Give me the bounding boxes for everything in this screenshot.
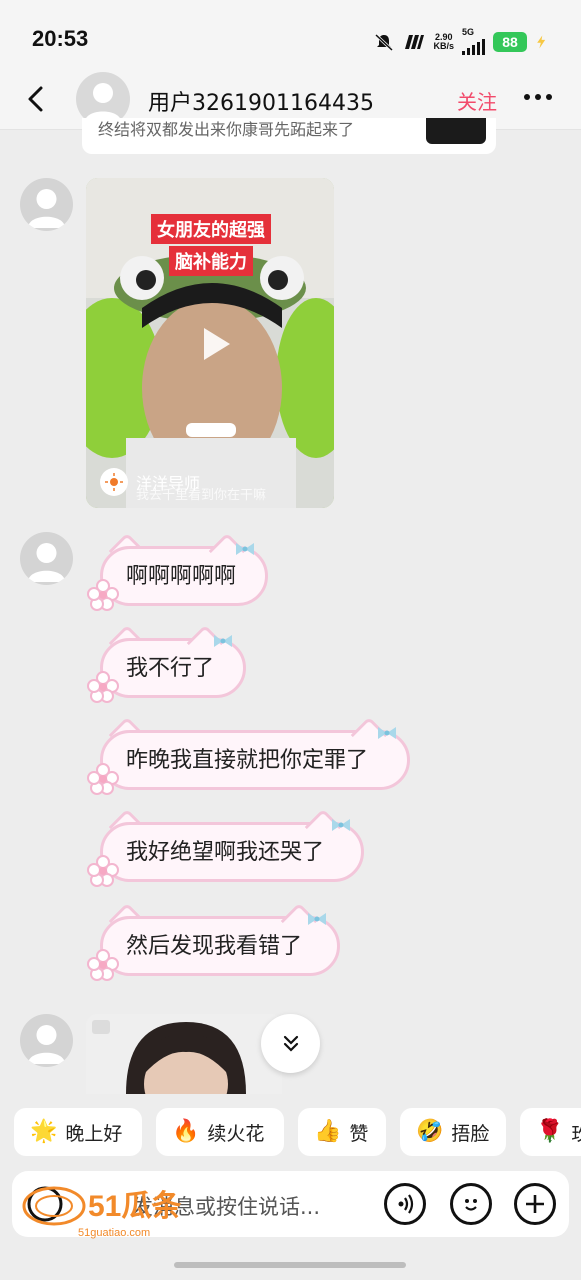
flower-icon	[87, 949, 119, 981]
flower-icon	[87, 671, 119, 703]
flower-icon	[87, 855, 119, 887]
video-message[interactable]: 女朋友的超强 脑补能力 洋洋导师 我去千里看到你在干嘛	[86, 178, 334, 508]
avatar[interactable]	[20, 1014, 73, 1067]
watermark-logo: 51瓜条 51guatiao.com	[14, 1176, 204, 1240]
video-title-line: 脑补能力	[169, 246, 253, 276]
quick-reply-item[interactable]: 🌟 晚上好	[14, 1108, 142, 1156]
message-bubble[interactable]: 我不行了	[87, 624, 246, 703]
quick-reply-item[interactable]: 👍 赞	[298, 1108, 386, 1156]
message-text: 我好绝望啊我还哭了	[126, 840, 325, 865]
shared-card-partial[interactable]: 终结将双都发出来你康哥先跖起来了	[82, 118, 496, 154]
net-speed: 2.90 KB/s	[433, 32, 454, 51]
avatar[interactable]	[20, 532, 73, 585]
quick-reply-label: 捂脸	[451, 1122, 490, 1145]
battery-icon: 88	[493, 31, 527, 52]
message-text: 昨晚我直接就把你定罪了	[126, 748, 369, 773]
bow-icon	[214, 635, 232, 647]
quick-reply-item[interactable]: 🌹 玫	[520, 1108, 581, 1156]
message-text: 啊啊啊啊啊	[126, 564, 237, 589]
message-bubble[interactable]: 我好绝望啊我还哭了	[87, 808, 364, 887]
facepalm-icon: 🤣	[416, 1119, 444, 1144]
quick-reply-item[interactable]: 🤣 捂脸	[400, 1108, 506, 1156]
video-title: 女朋友的超强 脑补能力	[144, 214, 278, 276]
message-text: 我不行了	[126, 656, 215, 681]
shared-card-text: 终结将双都发出来你康哥先跖起来了	[98, 120, 355, 139]
watermark-brand: 51瓜条	[88, 1190, 181, 1223]
thumbs-up-icon: 👍	[314, 1119, 342, 1144]
charging-icon	[537, 34, 546, 49]
plus-icon[interactable]	[514, 1183, 556, 1225]
voice-icon[interactable]	[384, 1183, 426, 1225]
avatar[interactable]	[20, 178, 73, 231]
network-type: 5G	[462, 27, 475, 37]
bow-icon	[378, 727, 396, 739]
chat-username[interactable]: 用户3261901164435	[148, 85, 374, 117]
quick-reply-label: 赞	[349, 1122, 369, 1145]
double-chevron-down-icon	[283, 1035, 298, 1052]
play-icon[interactable]	[194, 324, 234, 364]
star-icon: 🌟	[30, 1119, 58, 1144]
quick-reply-item[interactable]: 🔥 续火花	[156, 1108, 284, 1156]
video-message[interactable]	[86, 1014, 282, 1094]
net-speed-unit: KB/s	[433, 40, 454, 51]
message-text: 然后发现我看错了	[126, 934, 303, 959]
chevron-left-icon[interactable]	[24, 84, 48, 114]
quick-reply-label: 晚上好	[65, 1122, 123, 1145]
quick-reply-label: 续火花	[207, 1122, 265, 1145]
flower-icon	[87, 763, 119, 795]
signal-icon: 5G	[462, 28, 485, 55]
flower-icon	[87, 579, 119, 611]
rose-icon: 🌹	[536, 1119, 564, 1144]
message-bubble[interactable]: 啊啊啊啊啊	[87, 532, 268, 611]
message-bubble[interactable]: 昨晚我直接就把你定罪了	[87, 716, 410, 795]
message-bubble[interactable]: 然后发现我看错了	[87, 902, 340, 981]
more-dots-icon[interactable]	[524, 94, 552, 100]
follow-button[interactable]: 关注	[457, 86, 497, 115]
video-thumbnail	[86, 1014, 282, 1094]
quick-reply-bar: 🌟 晚上好 🔥 续火花 👍 赞 🤣 捂脸 🌹 玫	[0, 1094, 581, 1170]
bow-icon	[308, 913, 326, 925]
bow-icon	[332, 819, 350, 831]
author-avatar-icon	[100, 468, 128, 496]
emoji-icon[interactable]	[450, 1183, 492, 1225]
watermark-url: 51guatiao.com	[78, 1227, 150, 1239]
shared-card-thumbnail	[426, 118, 486, 144]
video-caption: 我去千里看到你在干嘛	[136, 488, 267, 503]
bow-icon	[236, 543, 254, 555]
status-icons: 2.90 KB/s 5G 88	[373, 28, 551, 55]
fire-icon: 🔥	[172, 1119, 200, 1144]
status-bar: 20:53 2.90 KB/s 5G 88	[0, 0, 581, 70]
home-indicator[interactable]	[174, 1262, 406, 1268]
scroll-to-bottom-button[interactable]	[261, 1014, 320, 1073]
video-title-line: 女朋友的超强	[151, 214, 271, 244]
mute-bell-icon	[375, 33, 394, 51]
status-time: 20:53	[32, 26, 89, 51]
nfc-icon	[405, 34, 425, 49]
quick-reply-label: 玫	[571, 1122, 581, 1145]
